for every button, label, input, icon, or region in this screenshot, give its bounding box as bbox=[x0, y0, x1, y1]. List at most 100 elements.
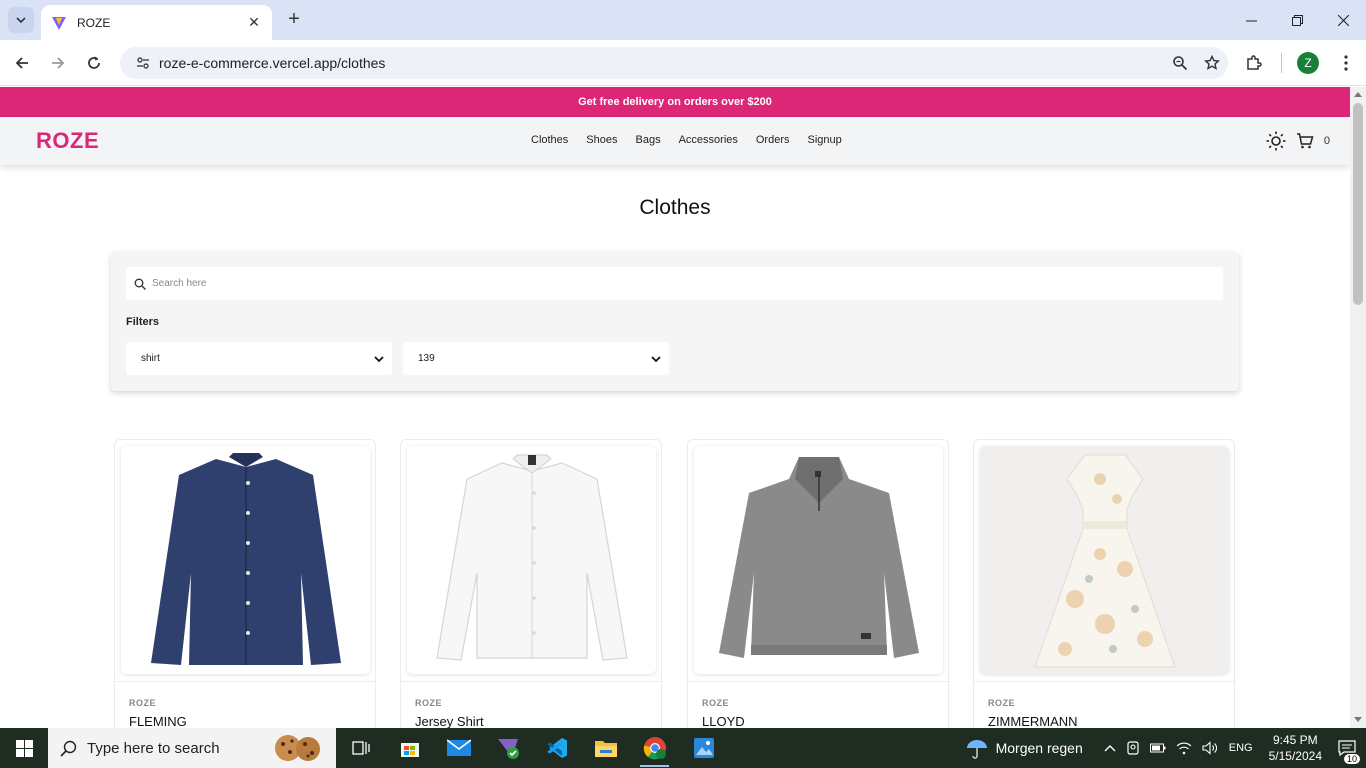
volume-icon[interactable] bbox=[1202, 741, 1218, 755]
taskbar-app-chrome[interactable] bbox=[630, 728, 679, 768]
reload-button[interactable] bbox=[82, 51, 106, 75]
extensions-button[interactable] bbox=[1242, 51, 1266, 75]
windows-logo-icon bbox=[15, 739, 33, 757]
category-select-value: shirt bbox=[141, 353, 160, 364]
promo-banner: Get free delivery on orders over $200 bbox=[0, 87, 1350, 117]
battery-icon[interactable] bbox=[1149, 743, 1166, 753]
product-image-navy-shirt[interactable] bbox=[121, 446, 370, 674]
page-scrollbar[interactable] bbox=[1350, 87, 1366, 728]
nav-signup[interactable]: Signup bbox=[808, 134, 842, 146]
restore-button[interactable] bbox=[1274, 0, 1320, 40]
close-icon bbox=[1337, 14, 1349, 26]
product-brand: ROZE bbox=[988, 698, 1016, 708]
cart-icon[interactable] bbox=[1296, 132, 1314, 150]
search-input[interactable] bbox=[152, 278, 1223, 289]
nav-orders[interactable]: Orders bbox=[756, 134, 790, 146]
nav-shoes[interactable]: Shoes bbox=[586, 134, 617, 146]
clock-time: 9:45 PM bbox=[1272, 733, 1318, 747]
nav-bags[interactable]: Bags bbox=[636, 134, 661, 146]
browser-tab-strip: ROZE ✕ + bbox=[0, 0, 1366, 40]
product-brand: ROZE bbox=[702, 698, 730, 708]
forward-button[interactable] bbox=[46, 51, 70, 75]
product-card[interactable]: ROZE LLOYD bbox=[687, 439, 950, 728]
scroll-down-arrow-icon[interactable] bbox=[1354, 717, 1362, 722]
windows-taskbar: Type here to search Morgen regen ENG 9:4… bbox=[0, 728, 1366, 768]
product-card[interactable]: ROZE Jersey Shirt bbox=[400, 439, 663, 728]
product-name[interactable]: FLEMING bbox=[129, 714, 187, 728]
bookmark-star-icon[interactable] bbox=[1196, 55, 1228, 71]
price-select-value: 139 bbox=[418, 353, 435, 364]
product-image-floral-dress[interactable] bbox=[980, 446, 1229, 674]
wifi-icon[interactable] bbox=[1176, 741, 1192, 755]
language-indicator[interactable]: ENG bbox=[1229, 742, 1253, 754]
taskbar-app-vscode[interactable] bbox=[532, 728, 581, 768]
start-button[interactable] bbox=[0, 728, 48, 768]
site-header: ROZE Clothes Shoes Bags Accessories Orde… bbox=[0, 117, 1350, 165]
site-info-icon[interactable] bbox=[128, 55, 158, 71]
profile-avatar[interactable]: Z bbox=[1297, 52, 1319, 74]
notification-center-button[interactable]: 10 bbox=[1332, 740, 1362, 764]
microsoft-store-icon bbox=[400, 743, 419, 757]
minimize-button[interactable] bbox=[1228, 0, 1274, 40]
taskbar-search-box[interactable]: Type here to search bbox=[48, 728, 336, 768]
taskbar-app-store[interactable] bbox=[385, 728, 434, 768]
taskbar-app-vs[interactable] bbox=[483, 728, 532, 768]
visual-studio-icon bbox=[497, 739, 519, 759]
back-button[interactable] bbox=[10, 51, 34, 75]
product-name[interactable]: ZIMMERMANN bbox=[988, 714, 1078, 728]
product-search-box[interactable] bbox=[126, 267, 1223, 300]
nav-accessories[interactable]: Accessories bbox=[679, 134, 738, 146]
product-brand: ROZE bbox=[415, 698, 443, 708]
clock-date: 5/15/2024 bbox=[1268, 749, 1322, 763]
new-tab-button[interactable]: + bbox=[283, 8, 305, 30]
weather-widget[interactable]: Morgen regen bbox=[966, 737, 1083, 759]
filters-label: Filters bbox=[126, 316, 160, 328]
product-card[interactable]: ROZE FLEMING bbox=[114, 439, 377, 728]
search-icon bbox=[134, 278, 146, 290]
chevron-up-icon[interactable] bbox=[1104, 744, 1116, 752]
chrome-icon bbox=[643, 737, 666, 760]
url-text[interactable]: roze-e-commerce.vercel.app/clothes bbox=[159, 55, 1164, 71]
meet-now-icon[interactable] bbox=[1126, 741, 1140, 755]
header-actions: 0 bbox=[1266, 131, 1330, 151]
browser-tab-active[interactable]: ROZE ✕ bbox=[41, 5, 272, 40]
product-card[interactable]: ROZE ZIMMERMANN bbox=[973, 439, 1236, 728]
page-viewport: Get free delivery on orders over $200 RO… bbox=[0, 87, 1350, 728]
product-name[interactable]: Jersey Shirt bbox=[415, 714, 484, 728]
product-grid: ROZE FLEMING ROZE Jersey Shirt ROZE LLOY… bbox=[114, 439, 1238, 728]
taskbar-app-mail[interactable] bbox=[434, 728, 483, 768]
scroll-thumb[interactable] bbox=[1353, 103, 1363, 305]
close-window-button[interactable] bbox=[1320, 0, 1366, 40]
product-image-white-shirt[interactable] bbox=[407, 446, 656, 674]
taskbar-search-placeholder: Type here to search bbox=[87, 739, 220, 757]
main-nav: Clothes Shoes Bags Accessories Orders Si… bbox=[531, 134, 842, 146]
task-view-button[interactable] bbox=[336, 728, 385, 768]
kebab-menu-icon bbox=[1344, 55, 1348, 71]
photos-icon bbox=[693, 738, 714, 758]
nav-clothes[interactable]: Clothes bbox=[531, 134, 568, 146]
site-logo[interactable]: ROZE bbox=[36, 128, 99, 154]
product-name[interactable]: LLOYD bbox=[702, 714, 745, 728]
minimize-icon bbox=[1245, 20, 1257, 21]
browser-menu-button[interactable] bbox=[1334, 51, 1358, 75]
address-bar[interactable]: roze-e-commerce.vercel.app/clothes bbox=[120, 47, 1228, 79]
sun-theme-toggle-icon[interactable] bbox=[1266, 131, 1286, 151]
category-select[interactable]: shirt bbox=[126, 342, 392, 375]
taskbar-clock[interactable]: 9:45 PM 5/15/2024 bbox=[1269, 732, 1322, 764]
umbrella-rain-icon bbox=[966, 740, 987, 759]
price-select[interactable]: 139 bbox=[403, 342, 669, 375]
taskbar-app-photos[interactable] bbox=[679, 728, 728, 768]
chevron-down-icon bbox=[374, 355, 384, 362]
zoom-icon[interactable] bbox=[1164, 55, 1196, 71]
product-brand: ROZE bbox=[129, 698, 157, 708]
task-view-icon bbox=[351, 741, 370, 755]
card-divider bbox=[974, 681, 1236, 682]
chevron-down-icon bbox=[16, 17, 26, 24]
taskbar-app-explorer[interactable] bbox=[581, 728, 630, 768]
restore-icon bbox=[1291, 14, 1303, 26]
promo-text: Get free delivery on orders over $200 bbox=[578, 96, 772, 108]
close-tab-icon[interactable]: ✕ bbox=[246, 14, 262, 31]
tab-search-button[interactable] bbox=[8, 7, 34, 33]
product-image-grey-sweater[interactable] bbox=[694, 446, 943, 674]
scroll-up-arrow-icon[interactable] bbox=[1354, 92, 1362, 97]
